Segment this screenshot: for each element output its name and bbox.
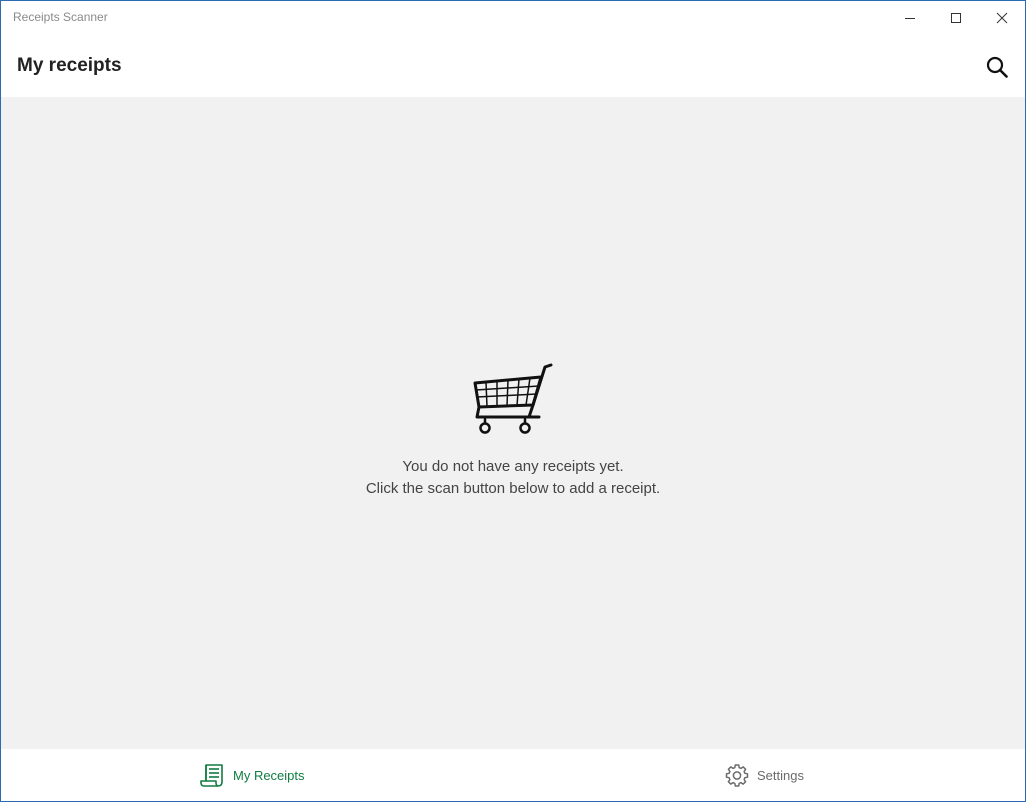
nav-label-my-receipts: My Receipts — [233, 767, 305, 783]
nav-item-my-receipts[interactable]: My Receipts — [199, 749, 305, 801]
search-icon — [986, 56, 1008, 78]
minimize-button[interactable] — [887, 1, 933, 34]
empty-message-line-1: You do not have any receipts yet. — [402, 458, 624, 475]
title-bar[interactable]: Receipts Scanner — [1, 1, 1025, 35]
maximize-button[interactable] — [933, 1, 979, 34]
close-icon — [996, 12, 1008, 23]
nav-label-settings: Settings — [757, 767, 804, 783]
page-title: My receipts — [17, 55, 122, 76]
search-button[interactable] — [981, 51, 1013, 83]
empty-state: You do not have any receipts yet. Click … — [1, 361, 1025, 500]
receipts-list-area: You do not have any receipts yet. Click … — [1, 97, 1025, 749]
receipt-icon — [200, 764, 223, 787]
page-header: My receipts — [1, 35, 1025, 97]
app-window: Receipts Scanner My receipts You do not … — [0, 0, 1026, 802]
gear-icon — [725, 764, 749, 787]
bottom-navigation: My Receipts Settings — [1, 749, 1025, 801]
shopping-cart-icon — [473, 363, 553, 434]
nav-item-settings[interactable]: Settings — [725, 749, 804, 801]
close-button[interactable] — [979, 1, 1025, 34]
maximize-icon — [951, 12, 961, 23]
minimize-icon — [905, 17, 915, 19]
app-title: Receipts Scanner — [13, 10, 108, 24]
empty-message-line-2: Click the scan button below to add a rec… — [365, 480, 661, 497]
